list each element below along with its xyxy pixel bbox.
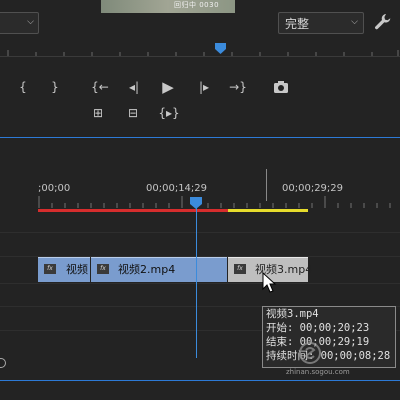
mark-out-button[interactable]: } [44,76,66,98]
fit-select-label: 完整 [285,17,310,31]
timecode-mid: 00;00;14;29 [146,183,208,194]
thumbnail-text: 回归中 0030 [174,1,220,9]
fx-badge-icon: fx [97,264,109,274]
play-button[interactable]: ▶ [157,76,179,98]
clip-label: 视频 [66,263,88,276]
panel-divider [0,137,400,138]
timeline-ruler[interactable] [38,196,400,208]
timecode-end: 00;00;29;29 [282,183,344,194]
overwrite-button[interactable]: ⊟ [122,102,144,124]
go-to-in-button[interactable]: {← [89,76,111,98]
clip-tooltip: 视频3.mp4 开始: 00;00;20;23 结束: 00;00;29;19 … [262,306,396,368]
sogou-logo-icon [299,342,321,364]
fx-badge-icon: fx [234,264,246,274]
camera-icon[interactable] [273,80,289,94]
clip-2[interactable]: fx 视频2.mp4 [91,257,227,282]
tooltip-end: 结束: 00;00;29;19 [266,336,370,348]
render-bar-yellow [228,209,308,212]
chevron-down-icon: ⌵ [27,17,34,27]
timeline-playhead-line [196,197,197,358]
clip-label: 视频2.mp4 [118,263,176,276]
mark-in-button[interactable]: { [12,76,34,98]
timeline-playhead[interactable] [190,197,202,209]
panel-divider [0,380,400,381]
trim-button[interactable]: {▸} [158,102,180,124]
zoom-dropdown[interactable]: ⌵ [0,12,39,34]
tooltip-duration: 持续时间: 00;00;08;28 [266,350,391,362]
go-to-out-button[interactable]: →} [227,76,249,98]
clip-1[interactable]: fx 视频 [38,257,90,282]
step-forward-button[interactable]: |▸ [193,76,215,98]
tooltip-name: 视频3.mp4 [266,308,319,320]
tooltip-start: 开始: 00;00;20;23 [266,322,370,334]
chevron-down-icon: ⌵ [351,17,358,27]
track-divider [0,283,400,284]
scroll-handle[interactable] [0,358,6,368]
timecode-start: ;00;00 [38,183,71,194]
fit-select[interactable]: 完整 ⌵ [278,12,364,34]
wrench-icon[interactable] [374,13,392,31]
insert-button[interactable]: ⊞ [87,102,109,124]
step-back-button[interactable]: ◂| [123,76,145,98]
mouse-cursor-icon [262,272,277,293]
track-divider [0,232,400,233]
ruler-divider [0,56,400,57]
source-playhead[interactable] [215,43,226,54]
source-ruler[interactable] [0,42,400,56]
watermark-text: zhinan.sogou.com [286,368,350,376]
render-bar-red [38,209,228,212]
fx-badge-icon: fx [44,264,56,274]
